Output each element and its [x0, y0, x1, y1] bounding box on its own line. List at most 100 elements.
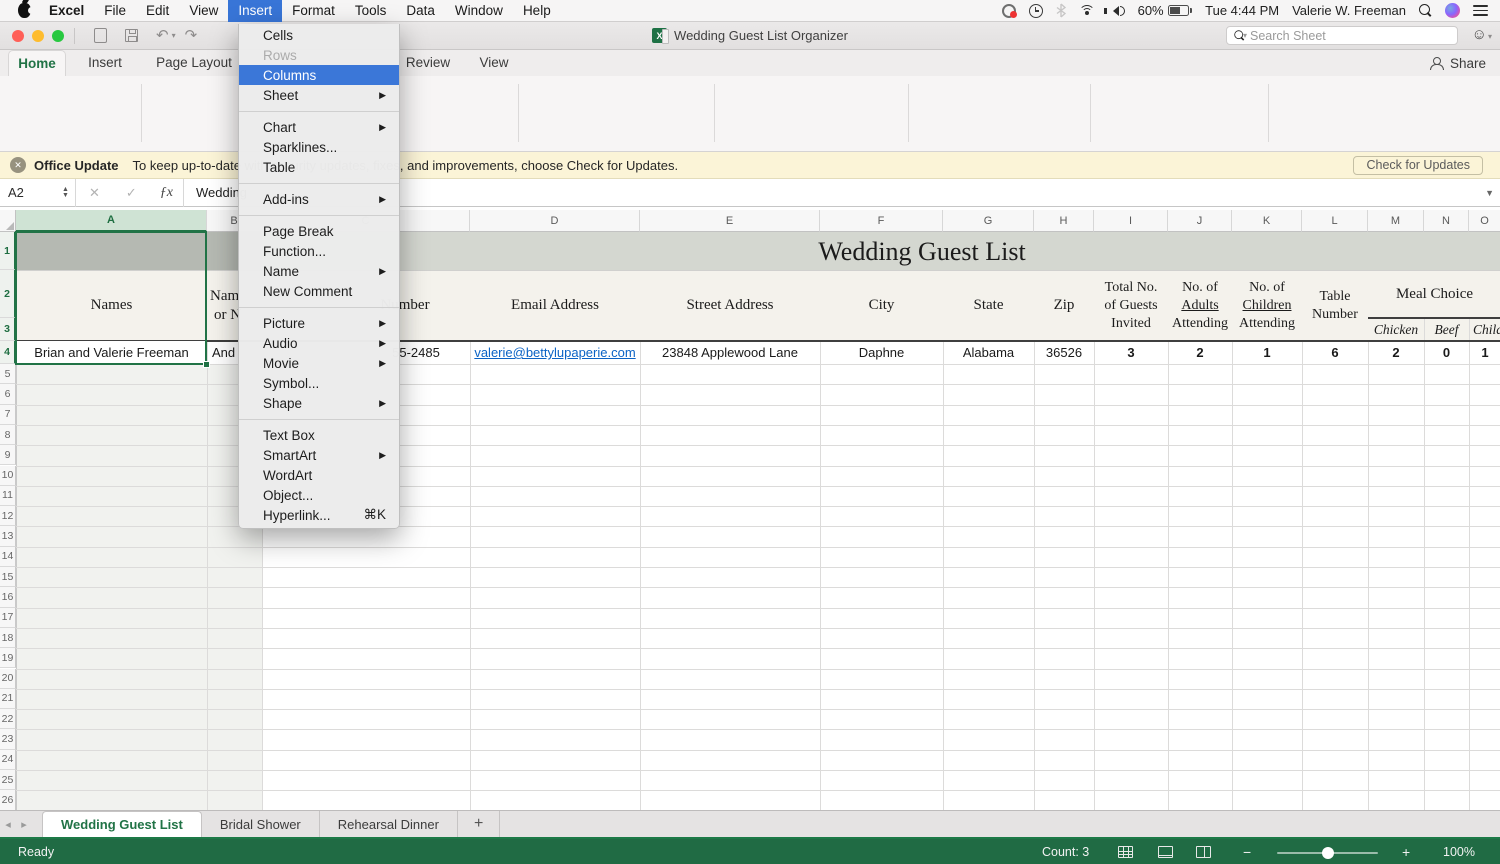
- minimize-window-button[interactable]: [32, 30, 44, 42]
- select-all-corner[interactable]: [0, 210, 16, 232]
- row-header-4[interactable]: 4: [0, 341, 16, 364]
- row-header-16[interactable]: 16: [0, 587, 16, 607]
- cell-n4-beef[interactable]: 0: [1424, 341, 1469, 364]
- spotlight-icon[interactable]: [1419, 4, 1432, 17]
- menu-item-sheet[interactable]: Sheet▶: [239, 85, 399, 105]
- header-total-guests[interactable]: Total No.of GuestsInvited: [1094, 270, 1168, 341]
- header-email[interactable]: Email Address: [470, 270, 640, 341]
- insert-function-icon[interactable]: ƒx: [160, 185, 173, 201]
- menu-item-function[interactable]: Function...: [239, 241, 399, 261]
- row-header-2[interactable]: 2: [0, 270, 16, 318]
- sheet-nav-left-icon[interactable]: ◂: [0, 811, 16, 837]
- menu-item-text-box[interactable]: Text Box: [239, 425, 399, 445]
- menu-item-smartart[interactable]: SmartArt▶: [239, 445, 399, 465]
- column-header-g[interactable]: G: [943, 210, 1034, 232]
- row-header-25[interactable]: 25: [0, 770, 16, 790]
- header-children[interactable]: No. ofChildrenAttending: [1232, 270, 1302, 341]
- ribbon-tab-review[interactable]: Review: [396, 50, 460, 76]
- column-header-o[interactable]: O: [1469, 210, 1500, 232]
- save-icon[interactable]: [125, 29, 138, 42]
- row-header-23[interactable]: 23: [0, 729, 16, 749]
- row-header-13[interactable]: 13: [0, 526, 16, 546]
- menu-item-hyperlink[interactable]: Hyperlink...⌘K: [239, 505, 399, 525]
- menu-item-movie[interactable]: Movie▶: [239, 353, 399, 373]
- formula-bar-expand-icon[interactable]: ▼: [1485, 188, 1494, 198]
- row-header-17[interactable]: 17: [0, 608, 16, 628]
- search-sheet-field[interactable]: ▾ Search Sheet: [1226, 26, 1458, 45]
- wifi-icon[interactable]: [1079, 5, 1095, 17]
- row-header-19[interactable]: 19: [0, 648, 16, 668]
- row-header-7[interactable]: 7: [0, 405, 16, 425]
- column-header-h[interactable]: H: [1034, 210, 1094, 232]
- banner-close-icon[interactable]: ✕: [10, 157, 26, 173]
- ribbon-tab-home[interactable]: Home: [8, 50, 66, 76]
- row-header-14[interactable]: 14: [0, 547, 16, 567]
- row-header-18[interactable]: 18: [0, 628, 16, 648]
- spreadsheet-grid[interactable]: ABCDEFGHIJKLMNO1234567891011121314151617…: [0, 207, 1500, 810]
- header-zip[interactable]: Zip: [1034, 270, 1094, 341]
- column-header-n[interactable]: N: [1424, 210, 1469, 232]
- header-adults[interactable]: No. ofAdultsAttending: [1168, 270, 1232, 341]
- menu-item-picture[interactable]: Picture▶: [239, 313, 399, 333]
- row-header-15[interactable]: 15: [0, 567, 16, 587]
- sheet-tab-wedding-guest-list[interactable]: Wedding Guest List: [42, 811, 202, 837]
- cell-d4-email[interactable]: valerie@bettylupaperie.com: [470, 341, 640, 364]
- cell-i4-total[interactable]: 3: [1094, 341, 1168, 364]
- bluetooth-icon[interactable]: [1056, 3, 1066, 18]
- row-header-21[interactable]: 21: [0, 689, 16, 709]
- menubar-item-help[interactable]: Help: [513, 0, 561, 22]
- row-header-10[interactable]: 10: [0, 466, 16, 486]
- sheet-tab-rehearsal-dinner[interactable]: Rehearsal Dinner: [320, 811, 458, 837]
- cell-e4-street[interactable]: 23848 Applewood Lane: [640, 341, 820, 364]
- zoom-window-button[interactable]: [52, 30, 64, 42]
- menu-item-shape[interactable]: Shape▶: [239, 393, 399, 413]
- header-beef[interactable]: Beef: [1424, 318, 1469, 341]
- zoom-in-button[interactable]: +: [1402, 844, 1410, 860]
- fill-handle[interactable]: [203, 361, 210, 368]
- cancel-icon[interactable]: ✕: [89, 185, 100, 201]
- header-chicken[interactable]: Chicken: [1368, 318, 1424, 341]
- column-header-d[interactable]: D: [470, 210, 640, 232]
- menu-item-chart[interactable]: Chart▶: [239, 117, 399, 137]
- zoom-slider-knob[interactable]: [1322, 847, 1334, 859]
- zoom-percent[interactable]: 100%: [1443, 845, 1475, 859]
- menu-item-cells[interactable]: Cells: [239, 25, 399, 45]
- cell-o4-child[interactable]: 1: [1469, 341, 1500, 364]
- header-child[interactable]: Child: [1469, 318, 1500, 341]
- menubar-item-excel[interactable]: Excel: [39, 0, 94, 22]
- menubar-item-view[interactable]: View: [179, 0, 228, 22]
- row-header-9[interactable]: 9: [0, 445, 16, 465]
- menu-item-wordart[interactable]: WordArt: [239, 465, 399, 485]
- menu-item-sparklines[interactable]: Sparklines...: [239, 137, 399, 157]
- row-header-6[interactable]: 6: [0, 384, 16, 404]
- undo-icon[interactable]: ↶: [156, 28, 169, 43]
- row-header-11[interactable]: 11: [0, 486, 16, 506]
- column-header-m[interactable]: M: [1368, 210, 1424, 232]
- menu-item-name[interactable]: Name▶: [239, 261, 399, 281]
- apple-logo-icon[interactable]: [18, 3, 31, 18]
- feedback-smiley-button[interactable]: ☺▾: [1472, 26, 1492, 43]
- header-meal-choice[interactable]: Meal Choice: [1368, 270, 1500, 318]
- column-header-l[interactable]: L: [1302, 210, 1368, 232]
- menu-item-columns[interactable]: Columns: [239, 65, 399, 85]
- name-box-stepper[interactable]: ▲▼: [62, 187, 69, 199]
- menu-item-object[interactable]: Object...: [239, 485, 399, 505]
- ribbon-tab-insert[interactable]: Insert: [74, 50, 136, 76]
- cell-g4-state[interactable]: Alabama: [943, 341, 1034, 364]
- new-workbook-icon[interactable]: [94, 28, 107, 43]
- menu-item-page-break[interactable]: Page Break: [239, 221, 399, 241]
- ribbon-tab-page-layout[interactable]: Page Layout: [144, 50, 244, 76]
- menubar-item-window[interactable]: Window: [445, 0, 513, 22]
- menubar-item-edit[interactable]: Edit: [136, 0, 179, 22]
- row-header-20[interactable]: 20: [0, 669, 16, 689]
- menu-item-add-ins[interactable]: Add-ins▶: [239, 189, 399, 209]
- row-header-1[interactable]: 1: [0, 232, 16, 270]
- menubar-item-file[interactable]: File: [94, 0, 136, 22]
- undo-dropdown-icon[interactable]: ▾: [172, 31, 176, 40]
- ribbon-tab-view[interactable]: View: [466, 50, 522, 76]
- header-state[interactable]: State: [943, 270, 1034, 341]
- selection-outline[interactable]: [15, 231, 207, 365]
- close-window-button[interactable]: [12, 30, 24, 42]
- menubar-user[interactable]: Valerie W. Freeman: [1292, 3, 1406, 18]
- header-city[interactable]: City: [820, 270, 943, 341]
